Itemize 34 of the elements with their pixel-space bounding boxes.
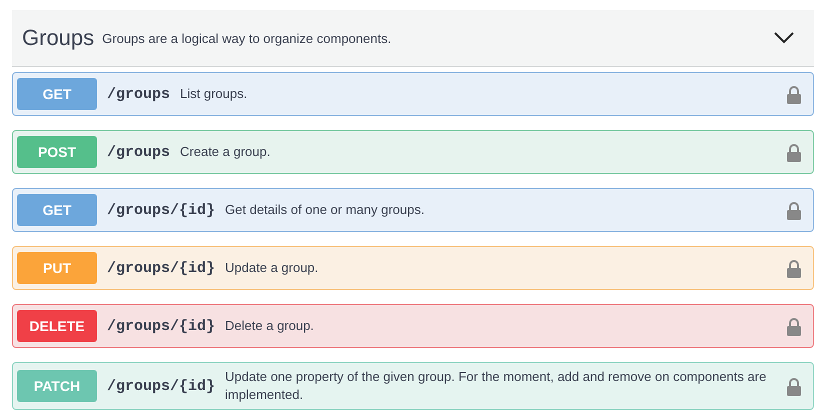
chevron-down-icon[interactable] <box>774 32 794 44</box>
operation-row[interactable]: GET /groups/{id} Get details of one or many groups. <box>12 188 814 232</box>
operation-summary: Update a group. <box>225 258 320 277</box>
lock-icon[interactable] <box>787 316 801 336</box>
operation-row[interactable]: GET /groups List groups. <box>12 72 814 116</box>
endpoint-path: /groups/{id} <box>107 260 216 276</box>
method-badge: PUT <box>17 252 97 284</box>
lock-icon[interactable] <box>787 376 801 396</box>
endpoint-path: /groups/{id} <box>107 318 216 334</box>
method-badge: DELETE <box>17 310 97 342</box>
operation-row[interactable]: DELETE /groups/{id} Delete a group. <box>12 304 814 348</box>
operation-row[interactable]: POST /groups Create a group. <box>12 130 814 174</box>
operation-summary: Create a group. <box>180 142 272 161</box>
operation-row[interactable]: PUT /groups/{id} Update a group. <box>12 246 814 290</box>
operation-summary: Delete a group. <box>225 316 315 335</box>
lock-icon[interactable] <box>787 200 801 220</box>
method-badge: GET <box>17 194 97 226</box>
operation-row[interactable]: PATCH /groups/{id} Update one property of the given group. For the moment, add and remove on components are implemented. <box>12 362 814 410</box>
operation-summary: Update one property of the given group. For the moment, add and remove on components are implemented. <box>225 368 768 404</box>
lock-icon[interactable] <box>787 142 801 162</box>
lock-icon[interactable] <box>787 84 801 104</box>
method-badge: GET <box>17 78 97 110</box>
method-badge: PATCH <box>17 370 97 402</box>
section-header[interactable]: Groups Groups are a logical way to organize components. <box>12 10 814 67</box>
endpoint-path: /groups <box>107 86 170 102</box>
section-title: Groups <box>22 25 94 51</box>
method-badge: POST <box>17 136 97 168</box>
endpoint-path: /groups/{id} <box>107 202 216 218</box>
endpoint-path: /groups/{id} <box>107 378 216 395</box>
lock-icon[interactable] <box>787 258 801 278</box>
operation-summary: List groups. <box>180 84 248 103</box>
endpoint-path: /groups <box>107 144 170 160</box>
section-description: Groups are a logical way to organize components. <box>102 30 392 46</box>
operation-summary: Get details of one or many groups. <box>225 200 426 219</box>
